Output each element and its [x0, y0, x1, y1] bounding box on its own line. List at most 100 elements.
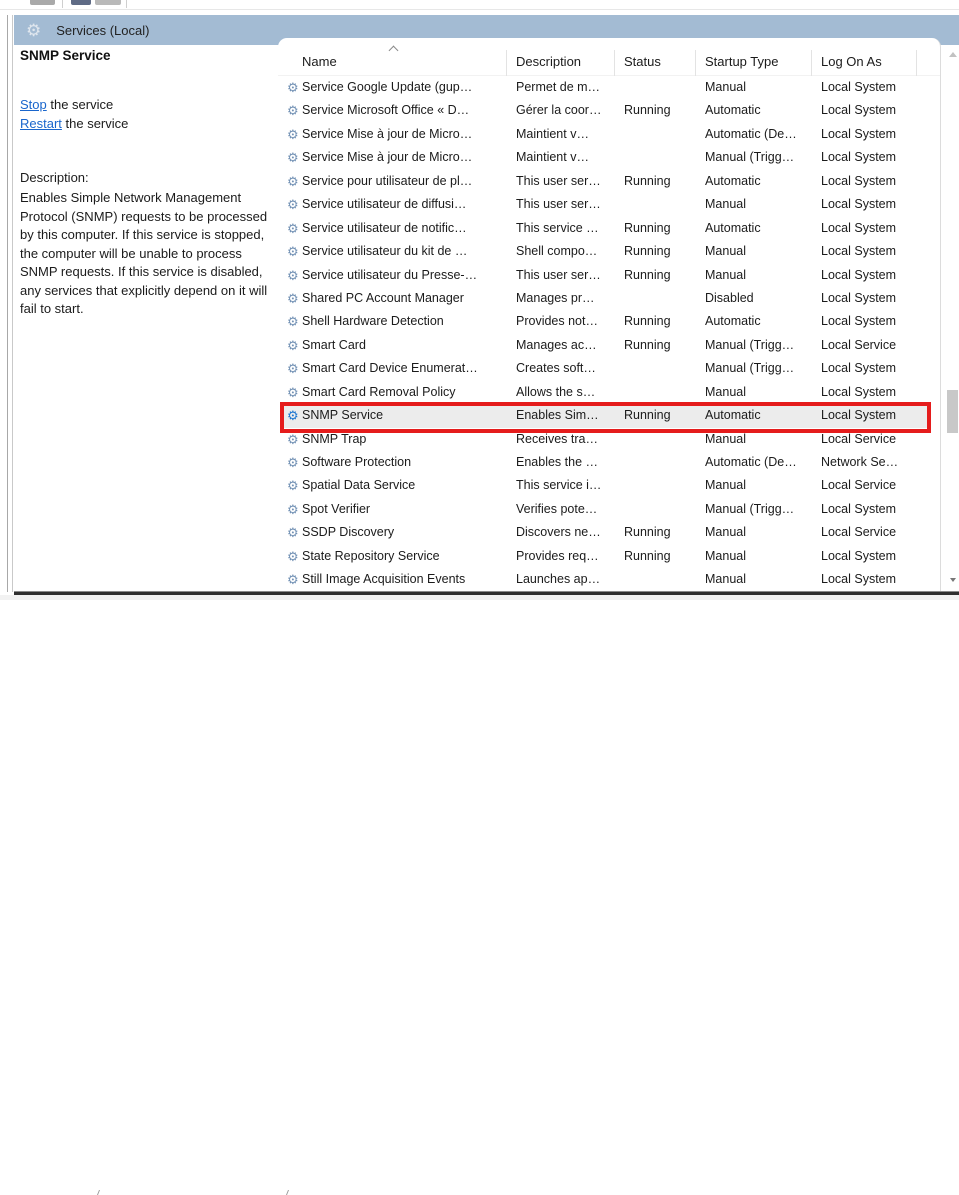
service-gear-icon: ⚙ — [287, 193, 299, 216]
service-status — [624, 568, 702, 591]
column-header-status[interactable]: Status — [624, 54, 661, 69]
table-row[interactable]: ⚙ Service utilisateur du Presse-… This u… — [284, 264, 931, 287]
table-row[interactable]: ⚙ Still Image Acquisition Events Launche… — [284, 568, 931, 591]
restart-service-link[interactable]: Restart — [20, 116, 62, 131]
table-row[interactable]: ⚙ Service Microsoft Office « D… Gérer la… — [284, 99, 931, 122]
table-row[interactable]: ⚙ Service Mise à jour de Micro… Maintien… — [284, 123, 931, 146]
table-row[interactable]: ⚙ Service pour utilisateur de pl… This u… — [284, 170, 931, 193]
service-status — [624, 287, 702, 310]
table-row[interactable]: ⚙ Shared PC Account Manager Manages pr… … — [284, 287, 931, 310]
service-description-cell: This user ser… — [516, 264, 622, 287]
service-description-cell: This user ser… — [516, 193, 622, 216]
service-log-on-as: Local System — [821, 287, 927, 310]
toolbar-button-fragment[interactable] — [30, 0, 55, 5]
table-row[interactable]: ⚙ Software Protection Enables the … Auto… — [284, 451, 931, 474]
service-name: SNMP Trap — [302, 428, 514, 451]
toolbar-button-fragment[interactable] — [95, 0, 121, 5]
service-log-on-as: Local Service — [821, 474, 927, 497]
service-startup-type: Manual — [705, 240, 819, 263]
service-description-cell: This service i… — [516, 474, 622, 497]
service-description-cell: This service … — [516, 217, 622, 240]
table-row[interactable]: ⚙ Service utilisateur de diffusi… This u… — [284, 193, 931, 216]
service-description-cell: Gérer la coor… — [516, 99, 622, 122]
service-gear-icon: ⚙ — [287, 264, 299, 287]
service-log-on-as: Network Se… — [821, 451, 927, 474]
service-startup-type: Manual (Trigg… — [705, 146, 819, 169]
scroll-up-icon[interactable] — [949, 52, 957, 57]
service-status: Running — [624, 99, 702, 122]
service-status: Running — [624, 521, 702, 544]
service-log-on-as: Local System — [821, 99, 927, 122]
table-row[interactable]: ⚙ Service Google Update (gup… Permet de … — [284, 76, 931, 99]
service-gear-icon: ⚙ — [287, 521, 299, 544]
table-row[interactable]: ⚙ SSDP Discovery Discovers ne… Running M… — [284, 521, 931, 544]
service-log-on-as: Local System — [821, 498, 927, 521]
table-row[interactable]: ⚙ Service utilisateur du kit de … Shell … — [284, 240, 931, 263]
scroll-down-icon[interactable] — [950, 578, 956, 582]
scrollbar-thumb[interactable] — [947, 390, 958, 433]
bottom-tab-edge[interactable] — [286, 1190, 289, 1195]
service-log-on-as: Local System — [821, 264, 927, 287]
column-divider[interactable] — [916, 50, 917, 76]
table-row[interactable]: ⚙ SNMP Trap Receives tra… Manual Local S… — [284, 428, 931, 451]
table-row[interactable]: ⚙ SNMP Service Enables Sim… Running Auto… — [284, 404, 931, 427]
service-log-on-as: Local System — [821, 357, 927, 380]
service-status: Running — [624, 404, 702, 427]
service-log-on-as: Local System — [821, 123, 927, 146]
service-startup-type: Manual (Trigg… — [705, 357, 819, 380]
service-log-on-as: Local System — [821, 240, 927, 263]
service-gear-icon: ⚙ — [287, 381, 299, 404]
service-gear-icon: ⚙ — [287, 310, 299, 333]
column-divider[interactable] — [811, 50, 812, 76]
column-header-log-on-as[interactable]: Log On As — [821, 54, 882, 69]
column-header-startup-type[interactable]: Startup Type — [705, 54, 778, 69]
service-name: Service Mise à jour de Micro… — [302, 123, 514, 146]
table-row[interactable]: ⚙ Service Mise à jour de Micro… Maintien… — [284, 146, 931, 169]
service-log-on-as: Local System — [821, 545, 927, 568]
service-description-cell: Manages pr… — [516, 287, 622, 310]
service-description-cell: Verifies pote… — [516, 498, 622, 521]
service-gear-icon: ⚙ — [287, 474, 299, 497]
service-status: Running — [624, 545, 702, 568]
service-rows: ⚙ Service Google Update (gup… Permet de … — [284, 76, 931, 592]
stop-service-link[interactable]: Stop — [20, 97, 47, 112]
service-description-cell: Launches ap… — [516, 568, 622, 591]
table-row[interactable]: ⚙ Spot Verifier Verifies pote… Manual (T… — [284, 498, 931, 521]
service-gear-icon: ⚙ — [287, 451, 299, 474]
service-status: Running — [624, 217, 702, 240]
service-description-cell: Manages ac… — [516, 334, 622, 357]
column-header-name[interactable]: Name — [302, 54, 337, 69]
service-startup-type: Manual — [705, 76, 819, 99]
column-divider[interactable] — [506, 50, 507, 76]
service-gear-icon: ⚙ — [287, 287, 299, 310]
service-startup-type: Automatic — [705, 404, 819, 427]
service-gear-icon: ⚙ — [287, 545, 299, 568]
table-row[interactable]: ⚙ Spatial Data Service This service i… M… — [284, 474, 931, 497]
service-name: Service utilisateur de notific… — [302, 217, 514, 240]
service-name: Shared PC Account Manager — [302, 287, 514, 310]
service-gear-icon: ⚙ — [287, 217, 299, 240]
table-row[interactable]: ⚙ Smart Card Removal Policy Allows the s… — [284, 381, 931, 404]
toolbar-button-fragment[interactable] — [71, 0, 91, 5]
table-row[interactable]: ⚙ Smart Card Device Enumerat… Creates so… — [284, 357, 931, 380]
service-name: Still Image Acquisition Events — [302, 568, 514, 591]
bottom-tab-edge[interactable] — [97, 1190, 100, 1195]
table-row[interactable]: ⚙ Shell Hardware Detection Provides not…… — [284, 310, 931, 333]
service-description-cell: This user ser… — [516, 170, 622, 193]
table-row[interactable]: ⚙ State Repository Service Provides req…… — [284, 545, 931, 568]
service-name: Service Mise à jour de Micro… — [302, 146, 514, 169]
table-row[interactable]: ⚙ Service utilisateur de notific… This s… — [284, 217, 931, 240]
column-divider[interactable] — [695, 50, 696, 76]
service-description-cell: Maintient v… — [516, 146, 622, 169]
table-row[interactable]: ⚙ Smart Card Manages ac… Running Manual … — [284, 334, 931, 357]
service-gear-icon: ⚙ — [287, 498, 299, 521]
service-startup-type: Manual (Trigg… — [705, 498, 819, 521]
console-tree-divider[interactable] — [7, 15, 8, 592]
column-header-description[interactable]: Description — [516, 54, 581, 69]
service-startup-type: Manual — [705, 428, 819, 451]
service-gear-icon: ⚙ — [287, 146, 299, 169]
console-tree-divider — [12, 15, 13, 592]
restart-service-line: Restart the service — [20, 114, 128, 133]
vertical-scrollbar[interactable] — [946, 48, 959, 592]
column-divider[interactable] — [614, 50, 615, 76]
